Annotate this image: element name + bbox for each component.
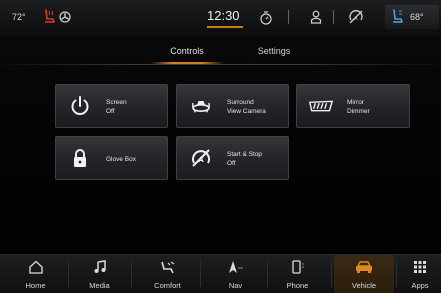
nav-label: Media (89, 281, 110, 290)
user-icon[interactable] (309, 9, 323, 25)
temp-right: 68° (410, 12, 424, 22)
label-line: Start & Stop (227, 151, 263, 158)
nav-vehicle[interactable]: Vehicle (334, 255, 394, 293)
clock[interactable]: 12:30 (207, 5, 240, 25)
nav-phone[interactable]: Phone (270, 255, 325, 293)
app-screen: 72° 12:30 A 68° Controls Settings Screen… (0, 0, 441, 293)
nav-label: Nav (228, 281, 243, 290)
nav-nav[interactable]: Nav (208, 255, 263, 293)
timer-icon[interactable] (259, 10, 273, 26)
fan-icon[interactable] (58, 8, 72, 26)
start-stop-icon[interactable]: A (347, 8, 365, 26)
bottom-nav: Home Media Comfort Nav Phone Vehicle App… (0, 254, 441, 293)
heated-seat-icon[interactable] (42, 7, 58, 27)
start-stop-button[interactable]: A Start & Stop Off (176, 136, 289, 180)
nav-divider (396, 261, 397, 287)
heated-seat-right-icon[interactable] (390, 8, 406, 26)
car-icon (334, 259, 394, 275)
power-icon (66, 93, 94, 119)
nav-divider (267, 261, 268, 287)
lock-icon (66, 145, 94, 171)
nav-media[interactable]: Media (72, 255, 127, 293)
label-line: Mirror (347, 99, 364, 106)
mirror-dimmer-label: Mirror Dimmer (347, 98, 370, 116)
nav-label: Apps (411, 281, 429, 290)
nav-label: Phone (286, 281, 309, 290)
apps-grid-icon (399, 259, 441, 275)
label-line: View Camera (227, 108, 266, 115)
label-line: Dimmer (347, 108, 370, 115)
mirror-icon (307, 93, 335, 119)
music-note-icon (72, 259, 127, 275)
clock-underline (207, 26, 243, 28)
screen-off-button[interactable]: Screen Off (55, 84, 168, 128)
start-stop-icon: A (187, 145, 215, 171)
glove-box-label: Glove Box (106, 155, 136, 164)
screen-off-label: Screen Off (106, 98, 127, 116)
nav-divider (131, 261, 132, 287)
tab-divider (0, 64, 441, 65)
temp-left[interactable]: 72° (12, 6, 26, 28)
status-divider (333, 10, 334, 24)
label-line: Off (106, 108, 115, 115)
glove-box-button[interactable]: Glove Box (55, 136, 168, 180)
label-line: Off (227, 160, 236, 167)
mirror-dimmer-button[interactable]: Mirror Dimmer (296, 84, 410, 128)
status-bar: 72° 12:30 A 68° (0, 0, 441, 36)
nav-label: Home (25, 281, 46, 290)
home-icon (8, 259, 63, 275)
nav-divider (331, 261, 332, 287)
nav-label: Vehicle (351, 281, 377, 290)
nav-comfort[interactable]: Comfort (140, 255, 195, 293)
tab-settings[interactable]: Settings (247, 46, 301, 56)
surround-camera-icon (187, 93, 215, 119)
tab-bar: Controls Settings (0, 38, 441, 64)
phone-icon (270, 259, 325, 275)
tab-controls[interactable]: Controls (162, 46, 212, 56)
surround-view-camera-button[interactable]: Surround View Camera (176, 84, 289, 128)
surround-view-label: Surround View Camera (227, 98, 266, 116)
nav-divider (68, 261, 69, 287)
nav-apps[interactable]: Apps (399, 255, 441, 293)
start-stop-label: Start & Stop Off (227, 150, 262, 168)
nav-label: Comfort (154, 281, 181, 290)
label-line: Glove Box (106, 156, 136, 163)
nav-home[interactable]: Home (8, 255, 63, 293)
label-line: Screen (106, 99, 127, 106)
status-divider (288, 10, 289, 24)
navigation-arrow-icon (208, 259, 263, 275)
nav-divider (200, 261, 201, 287)
label-line: Surround (227, 99, 254, 106)
seat-icon (140, 259, 195, 275)
